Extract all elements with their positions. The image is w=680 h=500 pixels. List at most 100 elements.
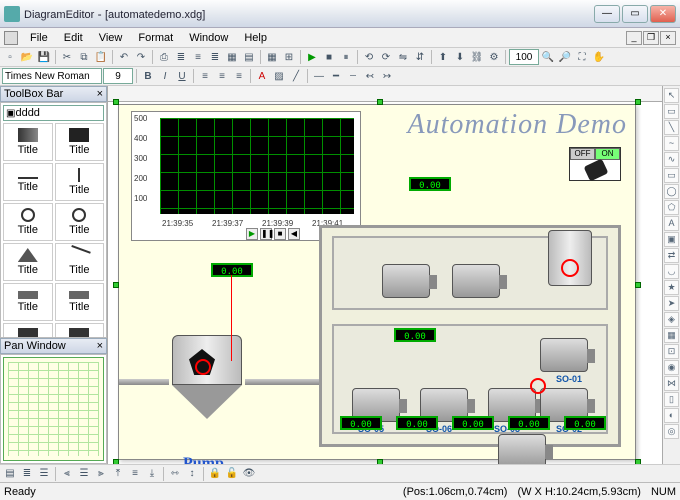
toolbox-item[interactable]: Title — [55, 323, 105, 338]
objlist-icon[interactable]: ☰ — [36, 466, 52, 482]
maximize-button[interactable]: ▭ — [622, 5, 648, 23]
pump-vessel[interactable] — [167, 335, 247, 445]
open-icon[interactable]: 📂 — [19, 49, 35, 65]
align-center-icon[interactable]: ≡ — [190, 49, 206, 65]
align-m-icon[interactable]: ≡ — [127, 466, 143, 482]
ellipse-icon[interactable]: ◯ — [664, 184, 679, 199]
align-b-icon[interactable]: ⤓ — [144, 466, 160, 482]
paste-icon[interactable]: 📋 — [93, 49, 109, 65]
lock-icon[interactable]: 🔒 — [207, 466, 223, 482]
toolbox-item[interactable]: Title — [55, 283, 105, 321]
mdi-minimize-button[interactable]: _ — [626, 31, 642, 45]
redo-icon[interactable]: ↷ — [133, 49, 149, 65]
close-button[interactable]: ✕ — [650, 5, 676, 23]
align-r-icon[interactable]: ⫸ — [93, 466, 109, 482]
toolbox-category-combo[interactable]: ▣ dddd — [3, 105, 104, 121]
text-icon[interactable]: A — [664, 216, 679, 231]
motor[interactable] — [452, 264, 500, 298]
align-right-icon[interactable]: ≣ — [207, 49, 223, 65]
flip-v-icon[interactable]: ⇵ — [412, 49, 428, 65]
bring-front-icon[interactable]: ⬆ — [435, 49, 451, 65]
menu-edit[interactable]: Edit — [56, 30, 91, 46]
canvas-area[interactable]: Automation Demo 500 400 300 200 100 21:3… — [108, 86, 662, 464]
selection-handle[interactable] — [113, 282, 119, 288]
text-left-icon[interactable]: ≡ — [197, 68, 213, 84]
fill-color-icon[interactable]: ▨ — [271, 68, 287, 84]
button-icon[interactable]: ⊡ — [664, 344, 679, 359]
line-med-icon[interactable]: ━ — [328, 68, 344, 84]
menu-view[interactable]: View — [91, 30, 131, 46]
line-color-icon[interactable]: ╱ — [288, 68, 304, 84]
toolbox-item[interactable]: Title — [3, 203, 53, 241]
save-icon[interactable]: 💾 — [36, 49, 52, 65]
minimize-button[interactable]: ― — [594, 5, 620, 23]
dist-v-icon[interactable]: ↕ — [184, 466, 200, 482]
menu-file[interactable]: File — [22, 30, 56, 46]
settings-icon[interactable]: ⚙ — [486, 49, 502, 65]
pump-icon[interactable]: ◐ — [664, 408, 679, 423]
text-center-icon[interactable]: ≡ — [214, 68, 230, 84]
hand-icon[interactable]: ✋ — [591, 49, 607, 65]
dist-h-icon[interactable]: ⇿ — [167, 466, 183, 482]
toolbox-item[interactable]: Title — [55, 123, 105, 161]
image-icon[interactable]: ▣ — [664, 232, 679, 247]
zoom-input[interactable] — [509, 49, 539, 65]
zoom-in-icon[interactable]: 🔍 — [540, 49, 556, 65]
toolbox-item[interactable]: Title — [55, 243, 105, 281]
star-icon[interactable]: ★ — [664, 280, 679, 295]
unlock-icon[interactable]: 🔓 — [224, 466, 240, 482]
visible-icon[interactable]: 👁 — [241, 466, 257, 482]
select-icon[interactable]: ▭ — [664, 104, 679, 119]
selection-handle[interactable] — [635, 99, 641, 105]
stop-icon[interactable]: ■ — [321, 49, 337, 65]
align-t-icon[interactable]: ⤒ — [110, 466, 126, 482]
switch-knob-icon[interactable] — [584, 159, 609, 182]
toolbox-item[interactable]: Title — [3, 163, 53, 201]
new-icon[interactable]: ▫ — [2, 49, 18, 65]
toolbox-item[interactable]: Title — [55, 203, 105, 241]
polyline-icon[interactable]: ∿ — [664, 152, 679, 167]
selection-handle[interactable] — [113, 99, 119, 105]
chart-play-icon[interactable]: ▶ — [246, 228, 258, 240]
menu-window[interactable]: Window — [181, 30, 236, 46]
pause-icon[interactable]: ⏸ — [338, 49, 354, 65]
selection-handle[interactable] — [377, 459, 383, 464]
zoom-fit-icon[interactable]: ⛶ — [574, 49, 590, 65]
menu-help[interactable]: Help — [236, 30, 275, 46]
arrow-end-icon[interactable]: ↣ — [379, 68, 395, 84]
valve-icon[interactable]: ⋈ — [664, 376, 679, 391]
toolbox-item[interactable]: Title — [3, 283, 53, 321]
toolbox-item[interactable]: Title — [3, 123, 53, 161]
filter-vessel[interactable] — [548, 230, 592, 286]
group-icon[interactable]: ▦ — [224, 49, 240, 65]
print-icon[interactable]: ⎙ — [156, 49, 172, 65]
chart-pause-icon[interactable]: ❚❚ — [260, 228, 272, 240]
toolbox-item[interactable]: Title — [3, 243, 53, 281]
motor-icon[interactable]: ◎ — [664, 424, 679, 439]
pan-window[interactable] — [0, 354, 107, 464]
curve-icon[interactable]: ~ — [664, 136, 679, 151]
gauge-icon[interactable]: ◉ — [664, 360, 679, 375]
motor[interactable] — [382, 264, 430, 298]
align-c-icon[interactable]: ☰ — [76, 466, 92, 482]
mdi-restore-button[interactable]: ❐ — [643, 31, 659, 45]
selection-handle[interactable] — [635, 459, 641, 464]
toolbox-item[interactable]: Title — [55, 163, 105, 201]
rect-icon[interactable]: ▭ — [664, 168, 679, 183]
pan-thumbnail[interactable] — [3, 357, 104, 461]
text-right-icon[interactable]: ≡ — [231, 68, 247, 84]
grid-icon[interactable]: ▦ — [264, 49, 280, 65]
switch-on-tab[interactable]: ON — [595, 148, 620, 160]
ungroup-icon[interactable]: ▤ — [241, 49, 257, 65]
menu-format[interactable]: Format — [130, 30, 181, 46]
motor-so01[interactable] — [540, 338, 588, 372]
italic-icon[interactable]: I — [157, 68, 173, 84]
arrow-start-icon[interactable]: ↢ — [362, 68, 378, 84]
chart-stop-icon[interactable]: ■ — [274, 228, 286, 240]
panwindow-close-icon[interactable]: × — [97, 340, 103, 352]
send-back-icon[interactable]: ⬇ — [452, 49, 468, 65]
chart-rewind-icon[interactable]: ◀ — [288, 228, 300, 240]
line-thin-icon[interactable]: ― — [311, 68, 327, 84]
line-dash-icon[interactable]: ┄ — [345, 68, 361, 84]
arrow-icon[interactable]: ➤ — [664, 296, 679, 311]
